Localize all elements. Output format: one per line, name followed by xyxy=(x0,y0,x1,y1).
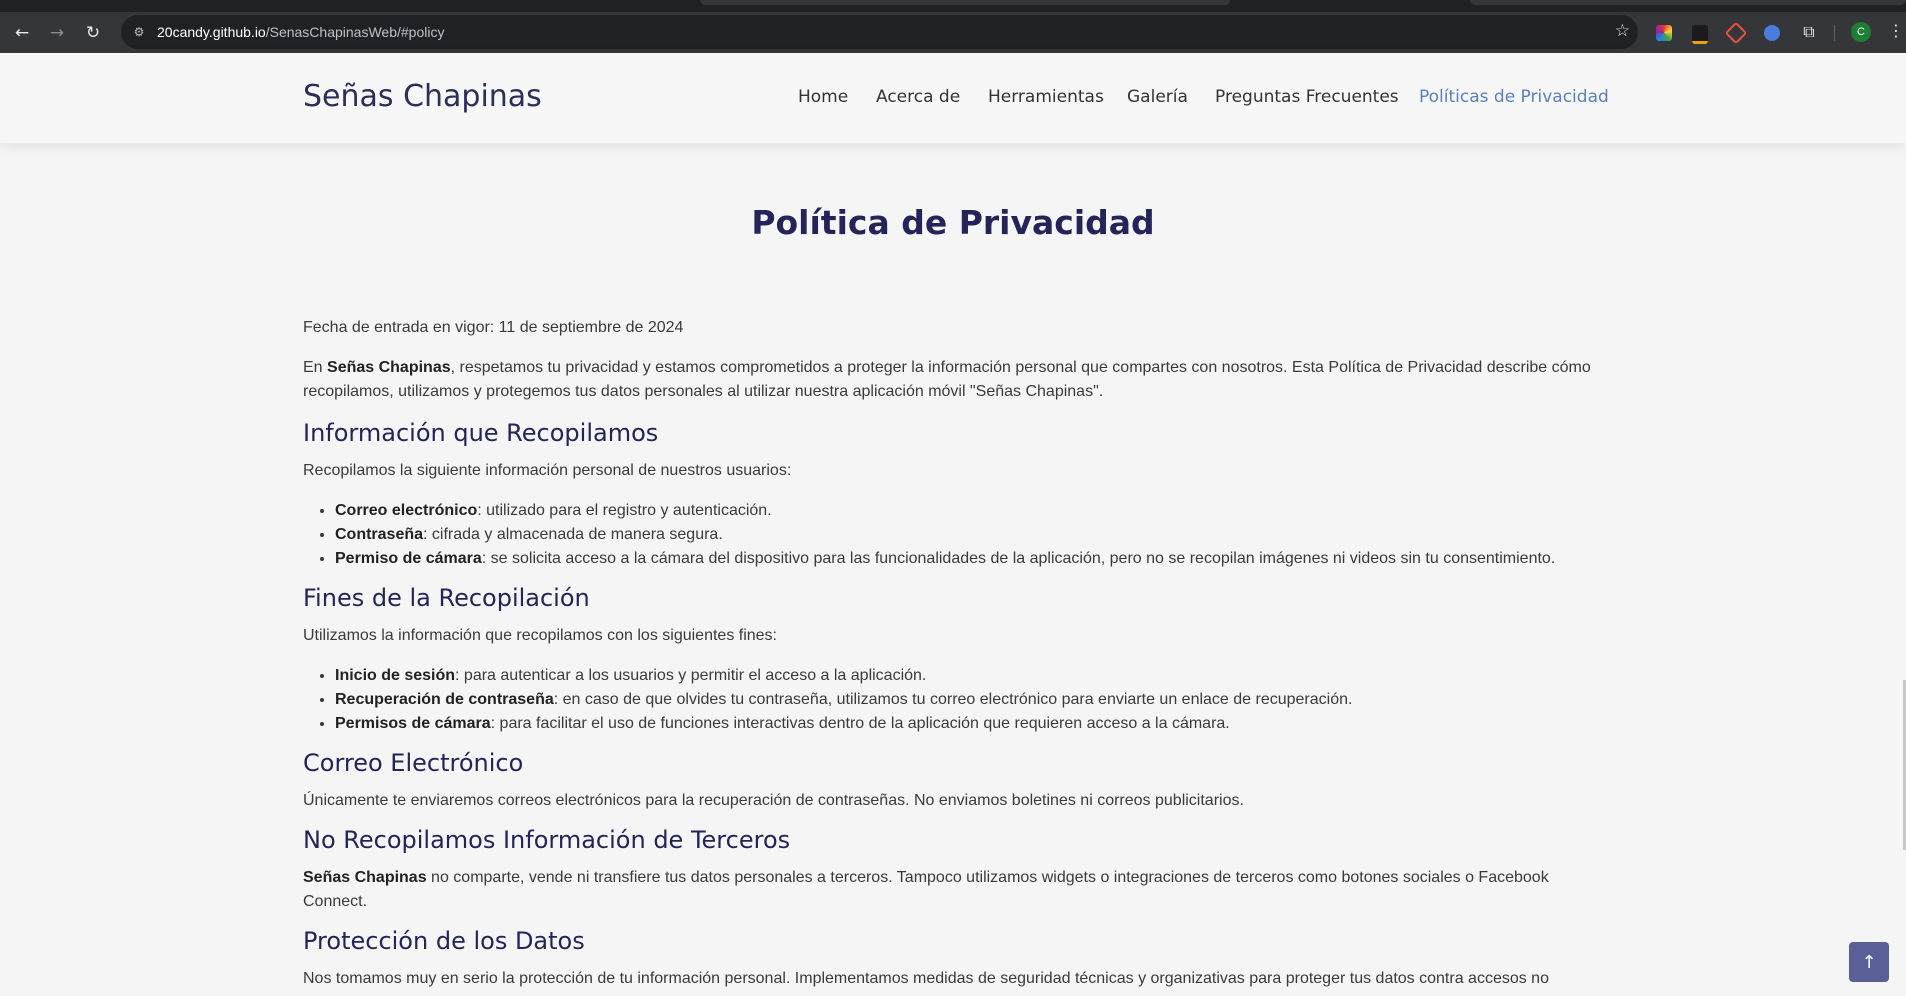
list-item-text: : cifrada y almacenada de manera segura. xyxy=(423,526,723,543)
forward-icon[interactable]: → xyxy=(44,20,70,46)
menu-icon[interactable]: ⋮ xyxy=(1888,21,1904,40)
list-item-text: : para facilitar el uso de funciones int… xyxy=(490,715,1230,732)
extension-orange-icon[interactable] xyxy=(1724,21,1748,45)
section-text-email: Únicamente te enviaremos correos electró… xyxy=(303,792,1244,809)
arrow-up-icon: ↑ xyxy=(1861,951,1877,973)
third-parties-line2: Connect. xyxy=(303,893,368,910)
list-item-term: Permisos de cámara xyxy=(335,715,491,732)
section-text-third-parties: Señas Chapinas no comparte, vende ni tra… xyxy=(303,866,1603,914)
site-header: Señas Chapinas Home Acerca de Herramient… xyxy=(0,53,1906,143)
address-bar[interactable]: ⚙ 20candy.github.io/SenasChapinasWeb/#po… xyxy=(121,15,1638,49)
browser-toolbar: ← → ↻ ⚙ 20candy.github.io/SenasChapinasW… xyxy=(0,12,1906,53)
page-title: Política de Privacidad xyxy=(751,203,1155,242)
list-item-term: Correo electrónico xyxy=(335,502,478,519)
back-icon[interactable]: ← xyxy=(9,20,35,46)
reload-icon[interactable]: ↻ xyxy=(80,20,106,46)
section-heading-third-parties: No Recopilamos Información de Terceros xyxy=(303,826,791,854)
extension-blue-icon[interactable] xyxy=(1764,25,1780,41)
nav-about[interactable]: Acerca de xyxy=(876,87,960,107)
list-item: Inicio de sesión: para autenticar a los … xyxy=(335,664,1352,688)
star-icon[interactable]: ☆ xyxy=(1615,21,1630,41)
browser-tab-edge[interactable] xyxy=(700,0,1230,5)
effective-date: Fecha de entrada en vigor: 11 de septiem… xyxy=(303,319,684,336)
intro-paragraph: En Señas Chapinas, respetamos tu privaci… xyxy=(303,356,1603,404)
list-item-text: : se solicita acceso a la cámara del dis… xyxy=(481,550,1556,567)
list-item-term: Recuperación de contraseña xyxy=(335,691,554,708)
third-parties-line1: no comparte, vende ni transfiere tus dat… xyxy=(426,869,1549,886)
url-host: 20candy.github.io xyxy=(157,24,266,40)
site-info-icon[interactable]: ⚙ xyxy=(131,24,147,40)
brand-name: Señas Chapinas xyxy=(327,359,451,376)
nav-gallery[interactable]: Galería xyxy=(1127,87,1188,107)
intro-line2: recopilamos, utilizamos y protegemos tus… xyxy=(303,383,1104,400)
extension-dark-icon[interactable] xyxy=(1692,25,1708,44)
section-lead-collected: Recopilamos la siguiente información per… xyxy=(303,462,792,479)
browser-tab-strip xyxy=(0,0,1906,12)
list-item: Correo electrónico: utilizado para el re… xyxy=(335,499,1555,523)
scroll-to-top-button[interactable]: ↑ xyxy=(1849,942,1889,982)
list-item-term: Permiso de cámara xyxy=(335,550,482,567)
list-item-text: : utilizado para el registro y autentica… xyxy=(477,502,772,519)
section-lead-purposes: Utilizamos la información que recopilamo… xyxy=(303,627,777,644)
list-item: Contraseña: cifrada y almacenada de mane… xyxy=(335,523,1555,547)
nav-home[interactable]: Home xyxy=(798,87,848,107)
brand-name: Señas Chapinas xyxy=(303,869,427,886)
section-heading-collected: Información que Recopilamos xyxy=(303,419,659,447)
intro-line1: , respetamos tu privacidad y estamos com… xyxy=(450,359,1591,376)
site-logo[interactable]: Señas Chapinas xyxy=(303,79,542,114)
list-item-text: : para autenticar a los usuarios y permi… xyxy=(455,667,927,684)
section-heading-email: Correo Electrónico xyxy=(303,749,524,777)
section-heading-protection: Protección de los Datos xyxy=(303,927,585,955)
intro-pre: En xyxy=(303,359,328,376)
list-item-term: Contraseña xyxy=(335,526,424,543)
toolbar-divider xyxy=(1834,25,1835,41)
browser-tab-edge[interactable] xyxy=(1470,0,1906,5)
extension-color-icon[interactable] xyxy=(1656,25,1672,41)
list-item: Permisos de cámara: para facilitar el us… xyxy=(335,712,1352,736)
url-text[interactable]: 20candy.github.io/SenasChapinasWeb/#poli… xyxy=(157,24,444,40)
list-item: Recuperación de contraseña: en caso de q… xyxy=(335,688,1352,712)
nav-faq[interactable]: Preguntas Frecuentes xyxy=(1215,87,1399,107)
section-text-protection: Nos tomamos muy en serio la protección d… xyxy=(303,970,1549,987)
nav-tools[interactable]: Herramientas xyxy=(988,87,1104,107)
section-heading-purposes: Fines de la Recopilación xyxy=(303,584,590,612)
list-item-text: : en caso de que olvides tu contraseña, … xyxy=(553,691,1353,708)
list-item-term: Inicio de sesión xyxy=(335,667,456,684)
collected-list: Correo electrónico: utilizado para el re… xyxy=(303,499,1555,571)
puzzle-icon[interactable]: ⧉ xyxy=(1799,22,1819,42)
nav-privacy[interactable]: Políticas de Privacidad xyxy=(1419,87,1609,107)
purposes-list: Inicio de sesión: para autenticar a los … xyxy=(303,664,1352,736)
list-item: Permiso de cámara: se solicita acceso a … xyxy=(335,547,1555,571)
url-path: /SenasChapinasWeb/#policy xyxy=(265,24,445,40)
profile-avatar[interactable]: C xyxy=(1851,22,1871,42)
